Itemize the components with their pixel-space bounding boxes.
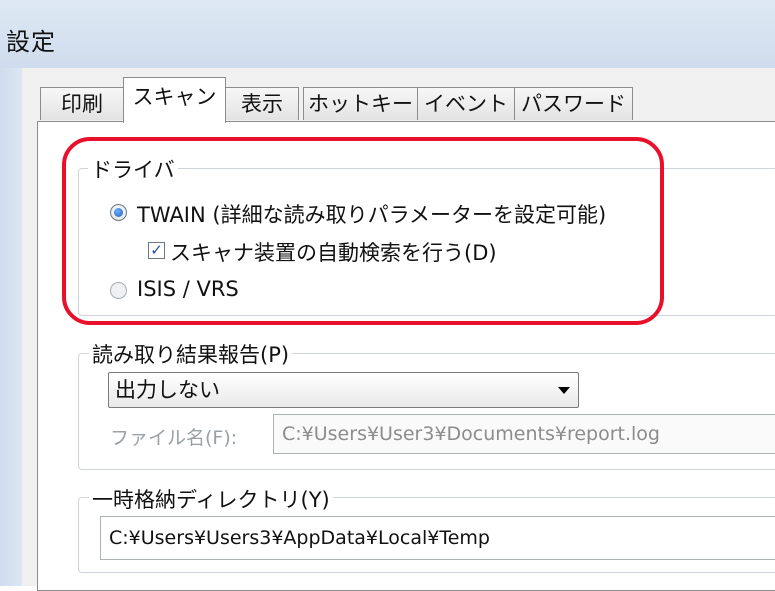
isis-radio[interactable] <box>110 282 127 299</box>
temp-dir-label: 一時格納ディレクトリ(Y) <box>89 484 333 514</box>
title-bar: 設定 <box>0 0 775 69</box>
tab-scan[interactable]: スキャン <box>123 77 226 123</box>
tab-event[interactable]: イベント <box>417 87 515 120</box>
temp-dir-field[interactable]: C:¥Users¥Users3¥AppData¥Local¥Temp <box>100 516 775 560</box>
auto-detect-label[interactable]: スキャナ装置の自動検索を行う(D) <box>170 237 497 267</box>
isis-label[interactable]: ISIS / VRS <box>137 277 239 301</box>
window-title: 設定 <box>6 28 56 56</box>
twain-radio[interactable] <box>110 204 127 221</box>
window-frame-left <box>0 68 23 586</box>
report-output-select[interactable]: 出力しない <box>108 372 579 408</box>
tab-password[interactable]: パスワード <box>514 87 633 120</box>
twain-label[interactable]: TWAIN (詳細な読み取りパラメーターを設定可能) <box>137 199 606 229</box>
tab-print[interactable]: 印刷 <box>40 87 124 120</box>
tab-hotkey[interactable]: ホットキー <box>303 87 418 120</box>
filename-label: ファイル名(F): <box>110 427 238 449</box>
chevron-down-icon <box>558 387 570 394</box>
tab-display[interactable]: 表示 <box>225 87 299 120</box>
report-group-label: 読み取り結果報告(P) <box>89 339 293 369</box>
driver-group-label: ドライバ <box>88 154 178 184</box>
auto-detect-checkbox[interactable]: ✓ <box>148 242 165 259</box>
report-output-value: 出力しない <box>115 378 220 402</box>
filename-field[interactable]: C:¥Users¥User3¥Documents¥report.log <box>273 414 775 454</box>
